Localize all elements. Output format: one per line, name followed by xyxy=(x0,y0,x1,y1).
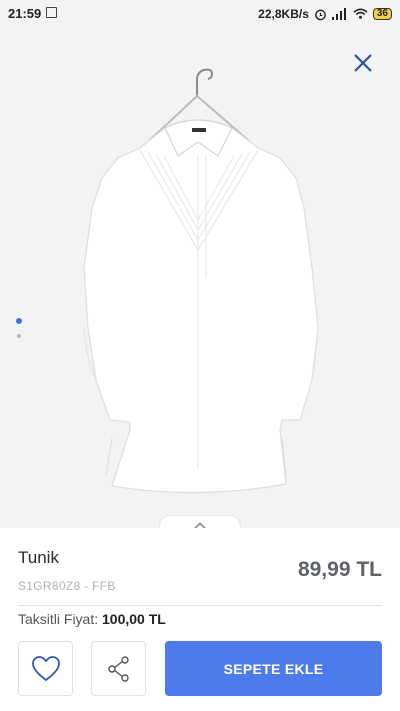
product-price: 89,99 TL xyxy=(297,558,382,581)
share-icon xyxy=(107,655,129,682)
image-pagination xyxy=(15,318,23,338)
pagination-dot[interactable] xyxy=(17,334,21,338)
product-name: Tunik xyxy=(18,548,59,567)
battery-icon: 36 xyxy=(372,8,392,20)
chevron-up-icon xyxy=(193,521,207,528)
pagination-dot-active[interactable] xyxy=(16,318,22,324)
notification-icon xyxy=(46,7,57,18)
network-speed: 22,8KB/s xyxy=(258,7,309,21)
alarm-icon xyxy=(315,9,326,20)
favorite-button[interactable] xyxy=(18,641,73,696)
installment-price-row: Taksitli Fiyat: 100,00 TL xyxy=(18,611,166,627)
status-indicators: 22,8KB/s 36 xyxy=(258,6,392,22)
signal-icon xyxy=(331,8,346,20)
close-button[interactable] xyxy=(352,52,374,74)
collapse-details-button[interactable] xyxy=(160,516,240,528)
installment-label: Taksitli Fiyat: xyxy=(18,611,99,627)
close-icon xyxy=(354,54,372,72)
status-bar: 21:59 22,8KB/s 36 xyxy=(0,0,400,28)
product-image xyxy=(83,68,319,494)
divider xyxy=(18,605,382,606)
add-to-cart-button[interactable]: SEPETE EKLE xyxy=(165,641,382,696)
installment-price: 100,00 TL xyxy=(102,611,166,627)
product-code: S1GR80Z8 - FFB xyxy=(18,579,116,593)
share-button[interactable] xyxy=(91,641,146,696)
status-time: 21:59 xyxy=(8,6,42,21)
heart-icon xyxy=(31,655,60,681)
wifi-icon xyxy=(353,8,368,19)
product-image-gallery[interactable] xyxy=(0,28,400,528)
